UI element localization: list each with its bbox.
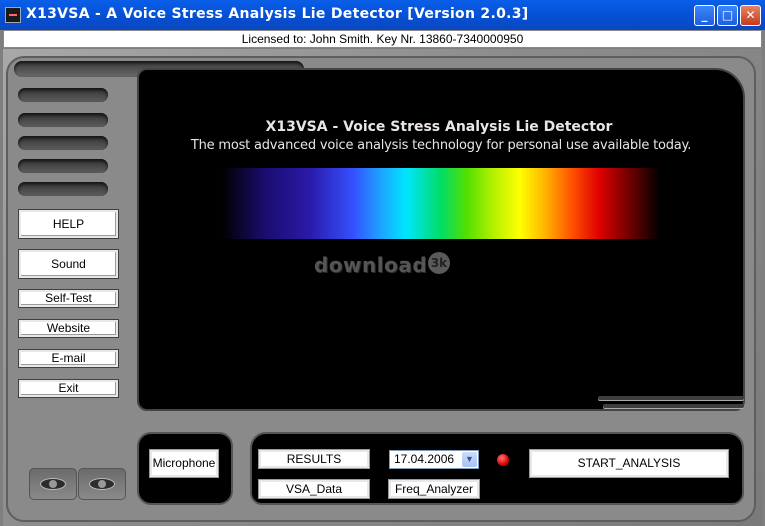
watermark-text: download bbox=[314, 253, 428, 277]
side-decor-slot bbox=[18, 88, 108, 102]
watermark-badge: 3k bbox=[428, 252, 450, 274]
voice-spectrum-graphic bbox=[222, 168, 660, 239]
close-button[interactable]: ✕ bbox=[740, 5, 761, 26]
decor-groove bbox=[598, 396, 744, 400]
side-decor-slot bbox=[18, 159, 108, 173]
date-picker[interactable]: 17.04.2006 ▼ bbox=[389, 450, 479, 469]
status-led bbox=[497, 454, 509, 466]
display-title: X13VSA - Voice Stress Analysis Lie Detec… bbox=[265, 119, 613, 135]
sound-button[interactable]: Sound bbox=[18, 249, 119, 279]
vsa-data-button[interactable]: VSA_Data bbox=[258, 479, 370, 499]
start-analysis-button[interactable]: START_ANALYSIS bbox=[529, 449, 729, 478]
chevron-down-icon[interactable]: ▼ bbox=[462, 452, 477, 467]
eye-slot-left bbox=[29, 468, 77, 500]
exit-button[interactable]: Exit bbox=[18, 379, 119, 398]
maximize-button[interactable]: □ bbox=[717, 5, 738, 26]
eye-slot-right bbox=[78, 468, 126, 500]
display-subtitle: The most advanced voice analysis technol… bbox=[190, 138, 692, 153]
decor-groove bbox=[603, 404, 744, 408]
email-button[interactable]: E-mail bbox=[18, 349, 119, 368]
results-button[interactable]: RESULTS bbox=[258, 449, 370, 469]
microphone-button[interactable]: Microphone bbox=[149, 449, 219, 478]
license-info: Licensed to: John Smith. Key Nr. 13860-7… bbox=[3, 30, 762, 48]
minimize-button[interactable]: _ bbox=[694, 5, 715, 26]
eye-icon bbox=[89, 478, 115, 490]
date-value: 17.04.2006 bbox=[394, 452, 455, 466]
help-button[interactable]: HELP bbox=[18, 209, 119, 239]
side-decor-slot bbox=[18, 113, 108, 127]
self-test-button[interactable]: Self-Test bbox=[18, 289, 119, 308]
eye-icon bbox=[40, 478, 66, 490]
website-button[interactable]: Website bbox=[18, 319, 119, 338]
side-decor-slot bbox=[18, 136, 108, 150]
window-title: X13VSA - A Voice Stress Analysis Lie Det… bbox=[26, 6, 529, 22]
title-bar[interactable]: X13VSA - A Voice Stress Analysis Lie Det… bbox=[0, 0, 765, 30]
app-icon[interactable] bbox=[5, 7, 21, 23]
freq-analyzer-button[interactable]: Freq_Analyzer bbox=[388, 479, 480, 499]
side-decor-slot bbox=[18, 182, 108, 196]
